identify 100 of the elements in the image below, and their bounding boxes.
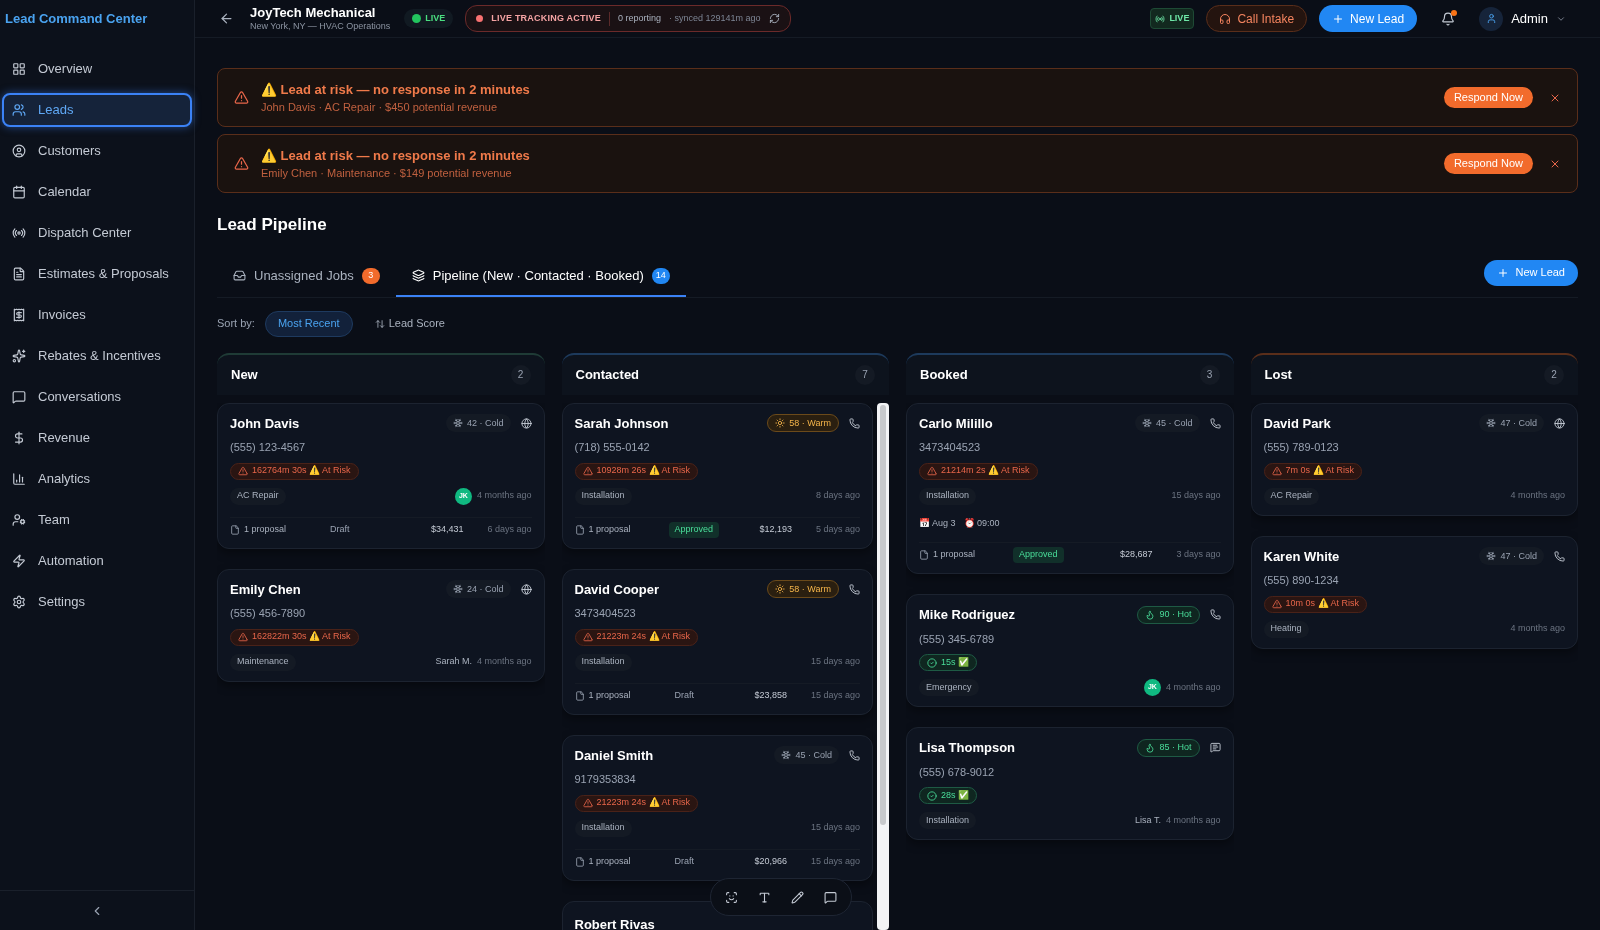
scrollbar[interactable]	[877, 402, 889, 930]
nav-item[interactable]: Overview	[2, 52, 192, 86]
select-tool-button[interactable]	[725, 890, 738, 904]
lead-card[interactable]: Lisa Thompson 85 · Hot (555) 678-9012 28s ✅ Installation Lisa T. 4 months ago	[906, 727, 1234, 840]
response-timer: 162764m 30s ⚠ At Risk	[230, 462, 359, 480]
sort-option[interactable]: Lead Score	[362, 310, 457, 337]
tab[interactable]: Pipeline (New · Contacted · Booked) 14	[395, 256, 686, 297]
nav-item[interactable]: Calendar	[2, 175, 192, 209]
document-icon	[230, 524, 240, 535]
nav-item[interactable]: Team	[2, 503, 192, 537]
live-badge: LIVE	[404, 8, 454, 29]
lead-score-badge: 58 · Warm	[767, 414, 839, 433]
service-tag: Installation	[574, 653, 632, 671]
pencil-icon	[791, 890, 804, 904]
lead-name: Mike Rodriguez	[919, 606, 1016, 624]
lightning-icon	[12, 554, 26, 568]
lead-card[interactable]: Karen White 47 · Cold (555) 890-1234 10m 0s ⚠ At Risk Heating 4 months ago	[1250, 535, 1578, 649]
lead-name: Sarah Johnson	[574, 414, 669, 433]
tab-count: 3	[361, 267, 380, 284]
proposal-status: Draft	[329, 522, 351, 536]
lead-phone: 9179353834	[574, 772, 637, 787]
plus-icon	[1497, 266, 1510, 279]
lead-age: 4 months ago	[1510, 622, 1565, 636]
lead-phone: 3473404523	[919, 440, 982, 455]
text-tool-button[interactable]	[758, 890, 771, 904]
inbox-icon	[233, 269, 246, 282]
assignee-name: Sarah M.	[435, 655, 472, 669]
bar-chart-icon	[12, 472, 26, 486]
tab[interactable]: Unassigned Jobs 3	[217, 256, 396, 297]
document-icon	[574, 524, 585, 535]
proposal-amount: $34,431	[430, 522, 464, 536]
column-title: Lost	[1264, 365, 1292, 384]
nav-item[interactable]: Invoices	[2, 298, 192, 332]
lead-phone: (555) 890-1234	[1263, 573, 1340, 588]
snowflake-icon	[452, 418, 463, 429]
nav-item[interactable]: Dispatch Center	[2, 216, 192, 250]
alert-detail: John Davis · AC Repair · $450 potential revenue	[261, 100, 499, 115]
warning-icon	[234, 90, 249, 105]
settings-icon	[12, 595, 26, 609]
call-intake-button[interactable]: Call Intake	[1206, 5, 1308, 32]
nav-item[interactable]: Analytics	[2, 462, 192, 496]
lead-card[interactable]: Carlo Milillo 45 · Cold 3473404523 21214m 2s ⚠ At Risk Installation 15 days ago 📅 Aug 3 ⏰ 09:00 1 proposal Approved $28,687 3 days ago	[906, 402, 1234, 574]
app-title: Lead Command Center	[5, 10, 148, 29]
proposal-status: Draft	[673, 688, 695, 702]
proposal-count: 1 proposal	[588, 522, 632, 536]
lead-name: David Cooper	[574, 580, 659, 599]
proposal-count: 1 proposal	[588, 854, 632, 868]
nav-item[interactable]: Rebates & Incentives	[2, 339, 192, 373]
flame-icon	[1145, 742, 1156, 753]
reporting-count: 0 reporting	[617, 11, 661, 25]
lead-age: 4 months ago	[1165, 680, 1221, 694]
nav-item[interactable]: Conversations	[2, 380, 192, 414]
sort-icon	[374, 318, 385, 329]
layers-icon	[411, 269, 425, 282]
new-lead-button[interactable]: New Lead	[1484, 259, 1578, 286]
lead-age: 4 months ago	[476, 655, 532, 669]
document-icon	[919, 550, 929, 560]
sync-status: · synced 129141m ago	[668, 11, 761, 25]
new-lead-button[interactable]: New Lead	[1319, 5, 1418, 32]
service-tag: Emergency	[919, 679, 979, 696]
nav-item[interactable]: Leads	[2, 93, 192, 127]
lead-phone: (555) 456-7890	[230, 606, 307, 621]
warning-icon	[582, 632, 593, 642]
lead-phone: (555) 345-6789	[919, 631, 996, 647]
proposal-age: 3 days ago	[1176, 548, 1221, 562]
lead-card[interactable]: David Cooper 58 · Warm 3473404523 21223m 24s ⚠ At Risk Installation 15 days ago 1 proposal Draft $23,858 15 days ago	[561, 568, 873, 715]
nav-item[interactable]: Estimates & Proposals	[2, 257, 192, 291]
lead-phone: (555) 678-9012	[919, 764, 996, 780]
alert-detail: Emily Chen · Maintenance · $149 potential revenue	[261, 166, 513, 181]
lead-card[interactable]: Emily Chen 24 · Cold (555) 456-7890 162822m 30s ⚠ At Risk Maintenance Sarah M. 4 months ago	[217, 568, 545, 682]
nav-item[interactable]: Automation	[2, 544, 192, 578]
lead-name: John Davis	[230, 414, 300, 433]
lead-card[interactable]: Daniel Smith 45 · Cold 9179353834 21223m 24s ⚠ At Risk Installation 15 days ago 1 proposal Draft $20,966 15 days ago	[561, 734, 873, 881]
live-chip: LIVE	[1150, 7, 1195, 30]
calendar-icon	[12, 185, 26, 199]
proposal-count: 1 proposal	[244, 522, 288, 536]
lead-score-badge: 47 · Cold	[1479, 547, 1544, 566]
column-title: New	[231, 365, 258, 384]
chat-icon	[12, 390, 26, 404]
proposal-amount: $23,858	[754, 688, 787, 702]
service-tag: Maintenance	[230, 653, 296, 671]
response-timer: 7m 0s ⚠ At Risk	[1263, 462, 1362, 480]
nav-item[interactable]: Revenue	[2, 421, 192, 455]
snowflake-icon	[1141, 418, 1152, 429]
nav-item[interactable]: Customers	[2, 134, 192, 168]
sort-label: Sort by:	[217, 316, 255, 332]
lead-card[interactable]: Sarah Johnson 58 · Warm (718) 555-0142 10928m 26s ⚠ At Risk Installation 8 days ago 1 proposal Approved $12,193 5 days ago	[561, 402, 873, 549]
lead-card[interactable]: David Park 47 · Cold (555) 789-0123 7m 0s ⚠ At Risk AC Repair 4 months ago	[1250, 402, 1578, 516]
nav-item[interactable]: Settings	[2, 585, 192, 619]
proposal-count: 1 proposal	[588, 688, 632, 702]
notifications-button[interactable]	[1441, 11, 1456, 26]
comment-tool-button[interactable]	[824, 890, 837, 904]
pencil-tool-button[interactable]	[791, 890, 804, 904]
service-tag: Heating	[1263, 620, 1309, 638]
user-menu[interactable]: Admin	[1479, 6, 1566, 31]
sort-option[interactable]: Most Recent	[264, 310, 353, 337]
page-title: Lead Pipeline	[217, 214, 328, 236]
response-timer: 21214m 2s ⚠ At Risk	[919, 462, 1038, 480]
back-button[interactable]	[219, 11, 234, 26]
document-icon	[574, 690, 585, 701]
